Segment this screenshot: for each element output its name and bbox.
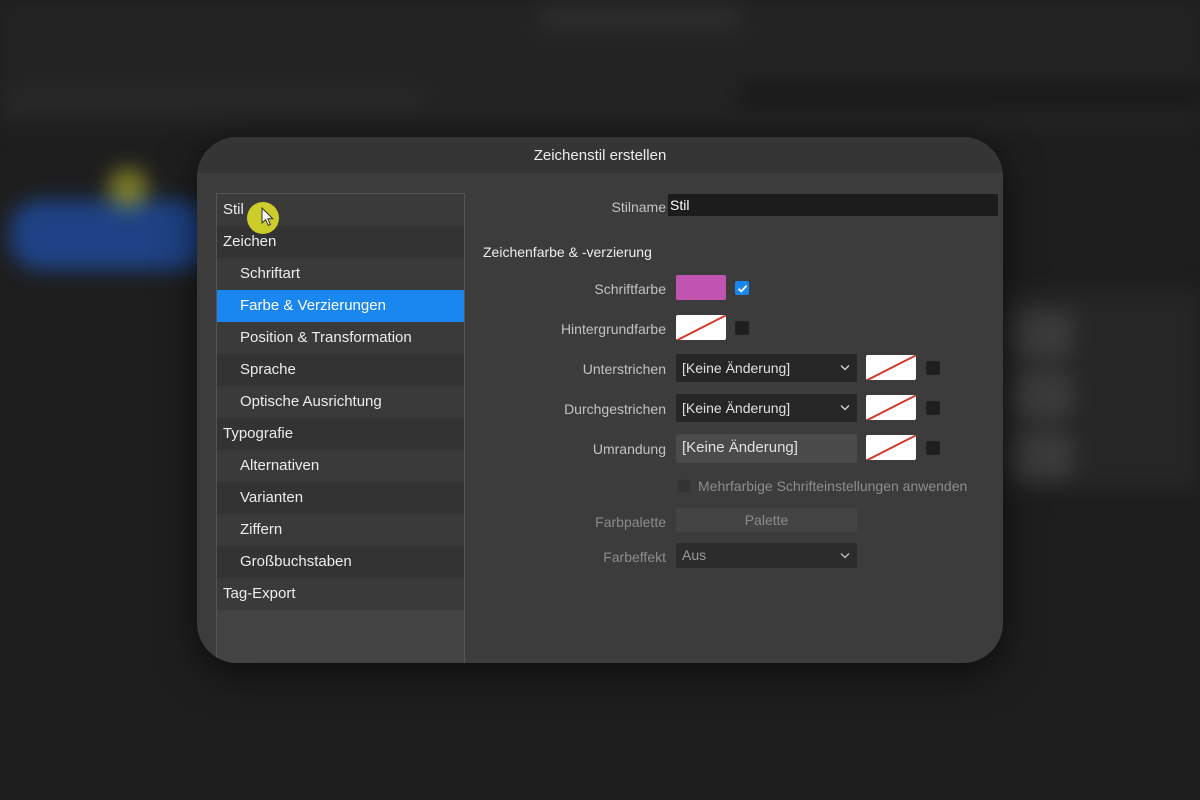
schriftfarbe-label: Schriftfarbe (594, 281, 666, 297)
category-item-farbe-verzierungen[interactable]: Farbe & Verzierungen (217, 290, 464, 322)
underline-select-value: [Keine Änderung] (682, 360, 791, 376)
category-item-schriftart[interactable]: Schriftart (217, 258, 464, 290)
dialog-title: Zeichenstil erstellen (197, 137, 1003, 173)
background-color-swatch[interactable] (676, 315, 726, 340)
category-item-varianten[interactable]: Varianten (217, 482, 464, 514)
color-effect-value: Aus (682, 547, 707, 563)
underline-checkbox[interactable] (926, 361, 940, 375)
farbpalette-label: Farbpalette (595, 514, 666, 530)
category-item-typografie[interactable]: Typografie (217, 418, 464, 450)
checkmark-icon (737, 284, 748, 293)
font-color-swatch[interactable] (676, 275, 726, 300)
strikethrough-checkbox[interactable] (926, 401, 940, 415)
section-title: Zeichenfarbe & -verzierung (483, 244, 652, 260)
background-title-bar (540, 6, 740, 28)
create-character-style-dialog: Zeichenstil erstellen Stil Zeichen Schrift… (197, 137, 1003, 663)
underline-select[interactable]: [Keine Änderung] (676, 354, 857, 382)
category-item-sprache[interactable]: Sprache (217, 354, 464, 386)
multicolor-checkbox[interactable] (677, 479, 691, 493)
chevron-down-icon (840, 553, 850, 559)
category-item-großbuchstaben[interactable]: Großbuchstaben (217, 546, 464, 578)
multicolor-label: Mehrfarbige Schrifteinstellungen anwende… (698, 478, 968, 494)
strikethrough-color-swatch[interactable] (866, 395, 916, 420)
category-list: Stil Zeichen Schriftart Farbe & Verzierunge… (216, 193, 465, 663)
strikethrough-select[interactable]: [Keine Änderung] (676, 394, 857, 422)
outline-checkbox[interactable] (926, 441, 940, 455)
chevron-down-icon (840, 365, 850, 371)
category-item-tag-export[interactable]: Tag-Export (217, 578, 464, 610)
background-pill (1012, 370, 1074, 420)
background-blue-highlight (10, 200, 210, 270)
farbeffekt-label: Farbeffekt (603, 549, 666, 565)
background-pill (1012, 430, 1074, 480)
font-color-checkbox[interactable] (735, 281, 749, 295)
outline-button[interactable]: [Keine Änderung] (676, 434, 857, 463)
background-yellow-spot (108, 168, 148, 208)
background-strip (740, 82, 1200, 106)
hintergrundfarbe-label: Hintergrundfarbe (560, 321, 666, 337)
underline-color-swatch[interactable] (866, 355, 916, 380)
category-item-ziffern[interactable]: Ziffern (217, 514, 464, 546)
unterstrichen-label: Unterstrichen (582, 361, 666, 377)
durchgestrichen-label: Durchgestrichen (564, 401, 666, 417)
category-item-optische-ausrichtung[interactable]: Optische Ausrichtung (217, 386, 464, 418)
outline-value: [Keine Änderung] (682, 439, 798, 456)
stilname-input[interactable] (668, 194, 998, 216)
color-effect-select[interactable]: Aus (676, 543, 857, 568)
outline-color-swatch[interactable] (866, 435, 916, 460)
background-pill (1012, 310, 1074, 360)
chevron-down-icon (840, 405, 850, 411)
umrandung-label: Umrandung (592, 441, 666, 457)
stilname-label: Stilname (611, 199, 666, 215)
background-color-checkbox[interactable] (735, 321, 749, 335)
category-item-alternativen[interactable]: Alternativen (217, 450, 464, 482)
palette-button[interactable]: Palette (676, 508, 857, 532)
category-item-position-transformation[interactable]: Position & Transformation (217, 322, 464, 354)
mouse-pointer-icon (261, 207, 275, 227)
strikethrough-select-value: [Keine Änderung] (682, 400, 791, 416)
background-strip-left (0, 92, 420, 110)
